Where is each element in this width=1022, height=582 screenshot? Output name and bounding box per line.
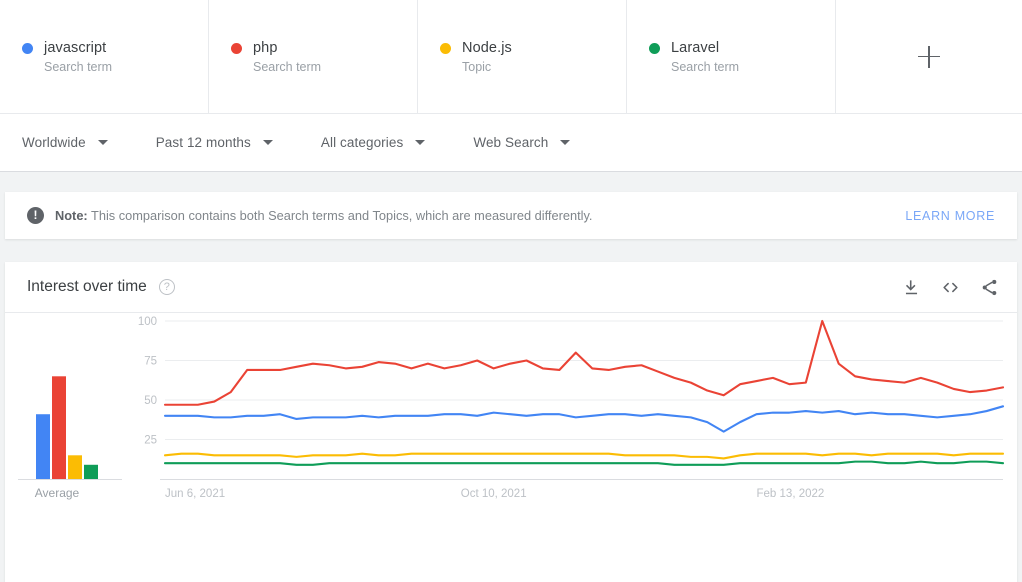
note-prefix: Note: [55,208,88,223]
term-header: php [231,40,417,56]
filter-bar: Worldwide Past 12 months All categories … [0,114,1022,172]
color-dot-icon [649,43,660,54]
time-series-panel: 25 50 75 100 Jun 6, 2021 Oct 10, 2021 Feb 13, … [130,313,1017,544]
interest-over-time-card: Interest over time ? [5,262,1017,582]
color-dot-icon [22,43,33,54]
trends-page: javascript Search term php Search term N… [0,0,1022,582]
svg-text:Average: Average [35,486,80,500]
svg-text:Oct 10, 2021: Oct 10, 2021 [461,488,527,500]
filter-label: All categories [321,135,403,150]
note-text: Note: This comparison contains both Sear… [55,208,593,223]
svg-text:50: 50 [144,395,157,407]
filter-time-range[interactable]: Past 12 months [156,135,273,150]
term-card-php[interactable]: php Search term [209,0,418,113]
svg-text:Jun 6, 2021: Jun 6, 2021 [165,488,225,500]
chevron-down-icon [98,140,108,145]
average-bars-svg: Average [5,313,130,544]
filter-search-type[interactable]: Web Search [473,135,570,150]
chevron-down-icon [415,140,425,145]
filter-category[interactable]: All categories [321,135,425,150]
filter-label: Past 12 months [156,135,251,150]
svg-text:100: 100 [138,316,157,328]
term-card-laravel[interactable]: Laravel Search term [627,0,836,113]
term-label: Node.js [462,40,512,56]
note-banner: ! Note: This comparison contains both Se… [5,192,1017,239]
share-icon[interactable] [980,278,999,297]
page-title: Interest over time [27,278,147,296]
chart-header: Interest over time ? [5,262,1017,313]
color-dot-icon [440,43,451,54]
filter-label: Worldwide [22,135,86,150]
note-body: This comparison contains both Search ter… [91,208,592,223]
chevron-down-icon [263,140,273,145]
exclamation-icon: ! [27,207,44,224]
add-comparison-button[interactable] [836,0,1022,113]
term-type-label: Topic [462,60,626,74]
learn-more-link[interactable]: LEARN MORE [905,209,995,223]
term-header: Laravel [649,40,835,56]
chart-actions [902,278,999,297]
filter-location[interactable]: Worldwide [22,135,108,150]
term-type-label: Search term [671,60,835,74]
filter-label: Web Search [473,135,548,150]
embed-icon[interactable] [940,278,961,297]
color-dot-icon [231,43,242,54]
search-terms-bar: javascript Search term php Search term N… [0,0,1022,114]
average-bars-panel: Average [5,313,130,544]
chart-plot-area: Average 25 50 75 100 Jun 6, 2021 Oct 10, 2021… [5,313,1017,544]
term-header: javascript [22,40,208,56]
svg-text:75: 75 [144,356,157,368]
svg-text:Feb 13, 2022: Feb 13, 2022 [757,488,825,500]
download-icon[interactable] [902,278,921,297]
term-card-javascript[interactable]: javascript Search term [0,0,209,113]
term-header: Node.js [440,40,626,56]
term-type-label: Search term [253,60,417,74]
chevron-down-icon [560,140,570,145]
interest-line-chart-svg[interactable]: 25 50 75 100 Jun 6, 2021 Oct 10, 2021 Feb 13, … [130,313,1017,544]
term-label: javascript [44,40,106,56]
term-type-label: Search term [44,60,208,74]
term-label: Laravel [671,40,719,56]
plus-icon [918,46,940,68]
term-card-nodejs[interactable]: Node.js Topic [418,0,627,113]
question-mark-icon[interactable]: ? [159,279,175,295]
svg-text:25: 25 [144,435,157,447]
term-label: php [253,40,278,56]
